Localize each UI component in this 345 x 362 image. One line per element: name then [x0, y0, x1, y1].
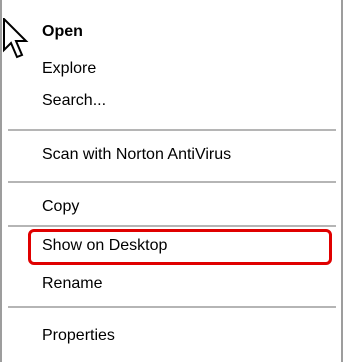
menu-item-explore[interactable]: Explore: [42, 59, 96, 79]
menu-separator: [8, 181, 336, 183]
menu-item-rename[interactable]: Rename: [42, 274, 102, 294]
menu-border-right: [341, 0, 343, 362]
highlight-box: [28, 229, 332, 265]
menu-item-copy[interactable]: Copy: [42, 197, 79, 217]
context-menu: Open Explore Search... Scan with Norton …: [0, 0, 345, 362]
menu-item-open[interactable]: Open: [42, 22, 83, 42]
menu-separator: [8, 225, 336, 227]
menu-separator: [8, 306, 336, 308]
menu-separator: [8, 129, 336, 131]
menu-item-scan-norton[interactable]: Scan with Norton AntiVirus: [42, 145, 231, 165]
arrow-pointer-icon: [3, 18, 29, 59]
menu-item-properties[interactable]: Properties: [42, 326, 115, 346]
menu-item-search[interactable]: Search...: [42, 91, 106, 111]
